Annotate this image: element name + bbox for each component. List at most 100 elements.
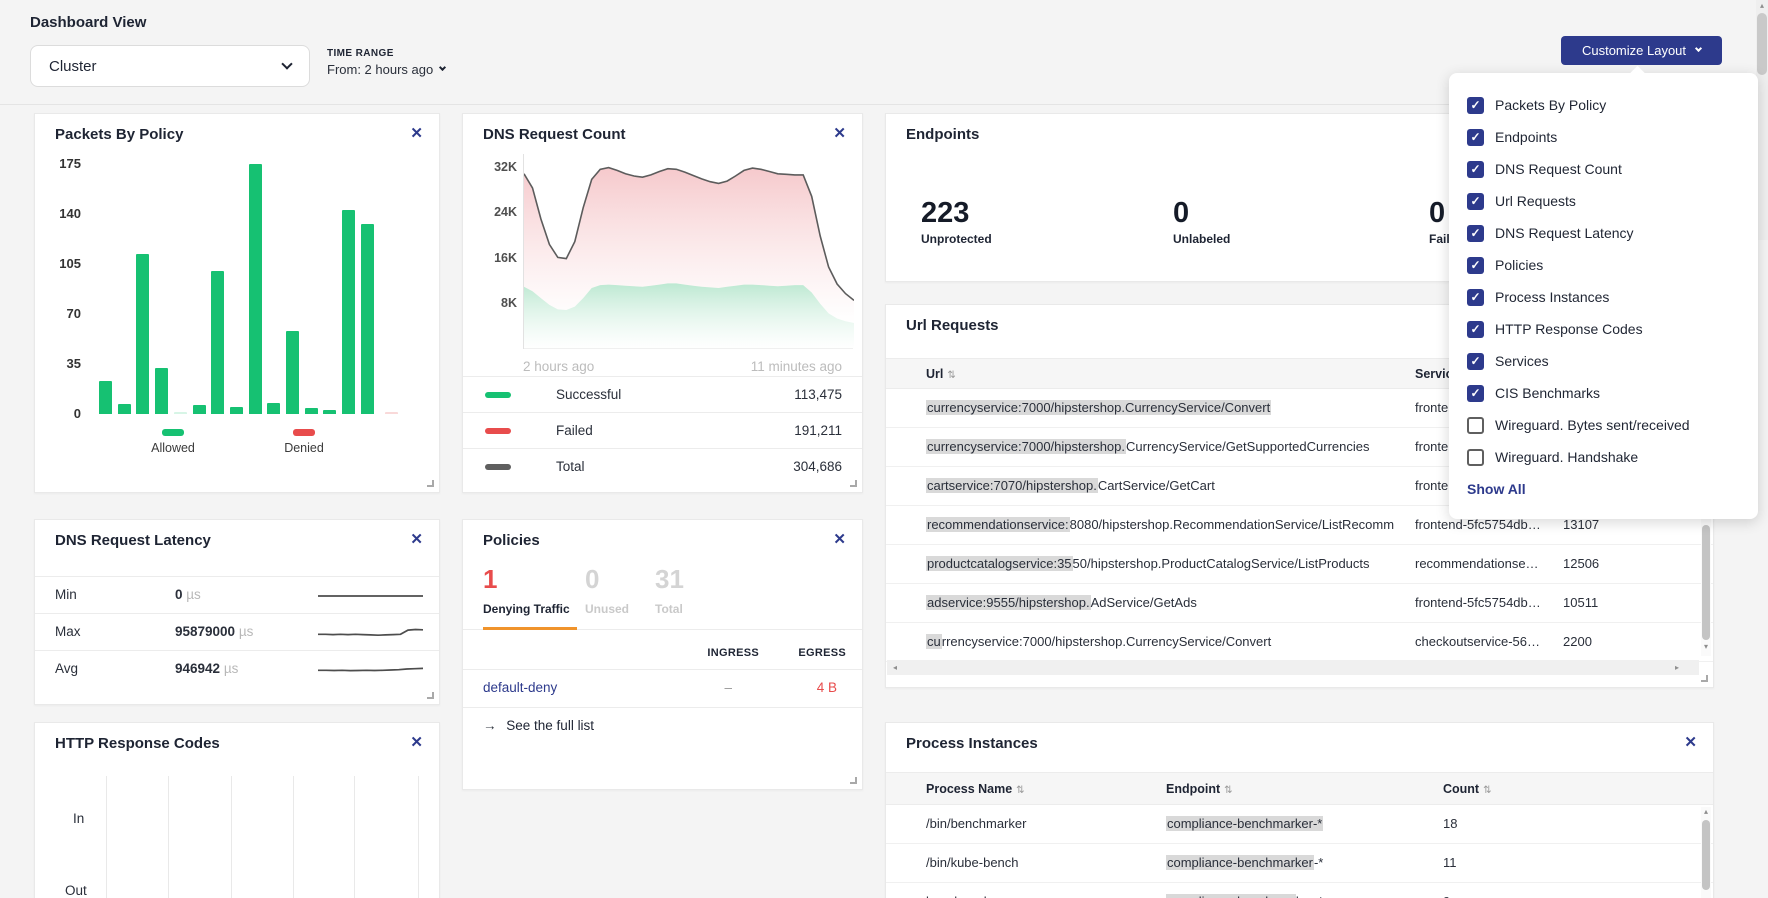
latency-row-min: Min 0 µs [35, 576, 439, 613]
see-full-list-link[interactable]: → See the full list [483, 718, 594, 733]
menu-item[interactable]: ✓DNS Request Count [1467, 153, 1740, 185]
scrollbar-thumb[interactable] [1702, 820, 1710, 890]
url-highlight: productcatalogservice:35 [926, 556, 1073, 571]
customize-layout-menu: ✓ Packets By Policy ✓ Endpoints ✓DNS Request… [1449, 73, 1758, 519]
stat-label: Unprotected [921, 232, 992, 246]
view-select[interactable]: Cluster [30, 45, 310, 87]
menu-item[interactable]: ✓ Packets By Policy [1467, 89, 1740, 121]
table-horizontal-scrollbar[interactable]: ◂ ▸ [887, 660, 1699, 675]
stat-denying-value: 1 [483, 564, 497, 595]
checkbox-checked-icon[interactable]: ✓ [1467, 193, 1484, 210]
scroll-up-icon[interactable]: ▴ [1700, 807, 1712, 816]
page-scrollbar-thumb[interactable] [1757, 13, 1767, 75]
close-icon[interactable]: ✕ [410, 124, 423, 142]
column-header-endpoint[interactable]: Endpoint⇅ [1166, 782, 1233, 796]
sort-icon[interactable]: ⇅ [1483, 785, 1491, 796]
menu-item[interactable]: ✓Url Requests [1467, 185, 1740, 217]
checkbox-unchecked-icon[interactable] [1467, 417, 1484, 434]
resize-handle-icon[interactable] [427, 692, 434, 699]
resize-handle-icon[interactable] [850, 777, 857, 784]
checkbox-checked-icon[interactable]: ✓ [1467, 353, 1484, 370]
column-header-ingress: INGRESS [707, 647, 759, 659]
sort-icon[interactable]: ⇅ [1016, 785, 1024, 796]
checkbox-checked-icon[interactable]: ✓ [1467, 385, 1484, 402]
menu-item-label: Packets By Policy [1495, 97, 1606, 113]
tab-unused[interactable]: Unused [585, 602, 629, 616]
url-highlight: currencyservice:7000/hipstershop.Currenc… [926, 400, 1271, 415]
menu-item[interactable]: ✓DNS Request Latency [1467, 217, 1740, 249]
latency-label: Min [55, 587, 77, 602]
sort-icon[interactable]: ⇅ [947, 370, 955, 381]
close-icon[interactable]: ✕ [410, 530, 423, 548]
legend-label: Successful [556, 387, 621, 402]
menu-item-label: Wireguard. Bytes sent/received [1495, 417, 1690, 433]
panel-title: Process Instances [906, 735, 1038, 752]
scroll-up-icon[interactable]: ▴ [1756, 1, 1768, 10]
menu-notch [1630, 66, 1646, 82]
endpoint-highlight: compliance-benchmarker-* [1166, 816, 1323, 831]
scroll-right-icon[interactable]: ▸ [1671, 663, 1683, 672]
close-icon[interactable]: ✕ [410, 733, 423, 751]
checkbox-unchecked-icon[interactable] [1467, 449, 1484, 466]
scroll-left-icon[interactable]: ◂ [889, 663, 901, 672]
table-vertical-scrollbar[interactable]: ▴ [1701, 807, 1711, 898]
latency-row-max: Max 95879000 µs [35, 613, 439, 650]
menu-item[interactable]: ✓ Endpoints [1467, 121, 1740, 153]
gridline [354, 776, 355, 898]
url-text: 50/hipstershop.ProductCatalogService/Lis… [1073, 556, 1370, 571]
divider [463, 669, 862, 670]
sort-icon[interactable]: ⇅ [1224, 785, 1232, 796]
menu-item[interactable]: Wireguard. Handshake [1467, 441, 1740, 473]
checkbox-checked-icon[interactable]: ✓ [1467, 289, 1484, 306]
policy-link-default-deny[interactable]: default-deny [483, 680, 557, 695]
customize-layout-button[interactable]: Customize Layout [1561, 36, 1722, 65]
legend-label: Allowed [133, 441, 213, 455]
menu-item[interactable]: Wireguard. Bytes sent/received [1467, 409, 1740, 441]
service-cell: frontend-5fc5754db… [1415, 517, 1557, 532]
y-tick-label: 35 [45, 356, 81, 371]
column-header-count[interactable]: Count⇅ [1443, 782, 1492, 796]
process-name-cell: /bin/benchmarker [926, 816, 1156, 831]
page-title: Dashboard View [30, 14, 146, 31]
gridline [231, 776, 232, 898]
column-header-process-name[interactable]: Process Name⇅ [926, 782, 1025, 796]
scroll-down-icon[interactable]: ▾ [1700, 642, 1712, 651]
close-icon[interactable]: ✕ [833, 124, 846, 142]
checkbox-checked-icon[interactable]: ✓ [1467, 321, 1484, 338]
table-row: /bin/benchmarker compliance-benchmarker-*… [886, 805, 1713, 844]
scrollbar-thumb[interactable] [1702, 525, 1710, 640]
menu-item[interactable]: ✓Services [1467, 345, 1740, 377]
checkbox-checked-icon[interactable]: ✓ [1467, 225, 1484, 242]
resize-handle-icon[interactable] [427, 480, 434, 487]
tab-total[interactable]: Total [655, 602, 683, 616]
gridline [293, 776, 294, 898]
column-header-url[interactable]: Url ⇅ [926, 367, 956, 381]
gridline [106, 776, 107, 898]
checkbox-checked-icon[interactable]: ✓ [1467, 161, 1484, 178]
legend-swatch-total [485, 464, 511, 470]
checkbox-checked-icon[interactable]: ✓ [1467, 97, 1484, 114]
checkbox-checked-icon[interactable]: ✓ [1467, 129, 1484, 146]
menu-item[interactable]: ✓CIS Benchmarks [1467, 377, 1740, 409]
menu-item[interactable]: ✓Policies [1467, 249, 1740, 281]
resize-handle-icon[interactable] [850, 480, 857, 487]
menu-item-label: Endpoints [1495, 129, 1557, 145]
panel-title: HTTP Response Codes [55, 735, 220, 752]
menu-item[interactable]: ✓Process Instances [1467, 281, 1740, 313]
checkbox-checked-icon[interactable]: ✓ [1467, 257, 1484, 274]
close-icon[interactable]: ✕ [1684, 733, 1697, 751]
count-cell: 12506 [1563, 556, 1653, 571]
y-tick-label: 140 [45, 206, 81, 221]
close-icon[interactable]: ✕ [833, 530, 846, 548]
show-all-link[interactable]: Show All [1467, 481, 1740, 497]
dns-area-chart [523, 154, 853, 349]
column-label: Url [926, 367, 943, 381]
table-row: /bin/kube-benchcompliance-benchmarker-*1… [886, 844, 1713, 883]
bar-allowed [174, 412, 187, 414]
tab-denying-traffic[interactable]: Denying Traffic [483, 602, 570, 616]
bar-allowed [193, 405, 206, 414]
latency-value: 0 [175, 587, 183, 602]
resize-handle-icon[interactable] [1701, 675, 1708, 682]
menu-item[interactable]: ✓HTTP Response Codes [1467, 313, 1740, 345]
time-range-value[interactable]: From: 2 hours ago [327, 62, 445, 77]
